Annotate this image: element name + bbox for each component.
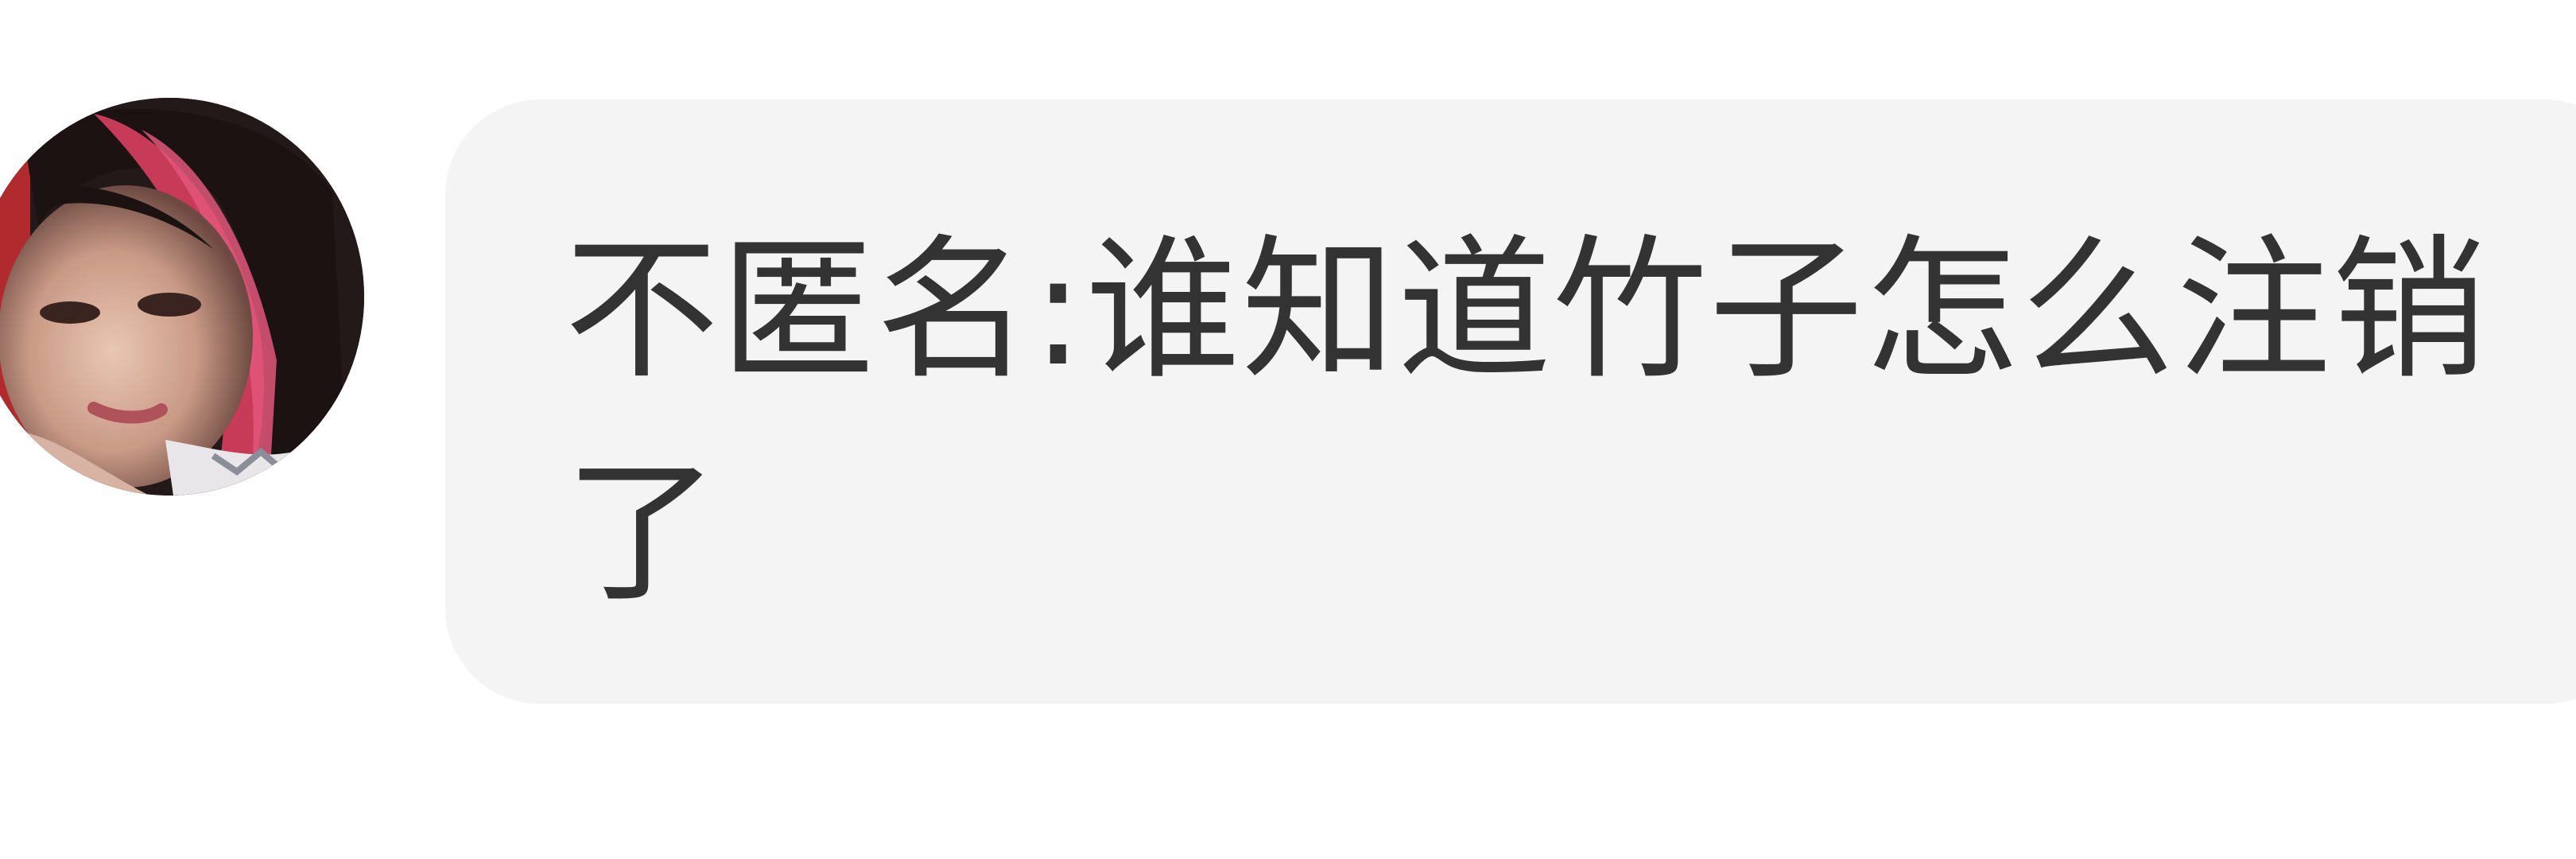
chat-message-row: 不匿名:谁知道竹子怎么注销了 xyxy=(0,0,2576,859)
avatar[interactable] xyxy=(0,98,364,496)
message-bubble[interactable]: 不匿名:谁知道竹子怎么注销了 xyxy=(445,99,2576,704)
avatar-photo xyxy=(0,98,364,496)
message-text: 不匿名:谁知道竹子怎么注销了 xyxy=(564,220,2489,623)
